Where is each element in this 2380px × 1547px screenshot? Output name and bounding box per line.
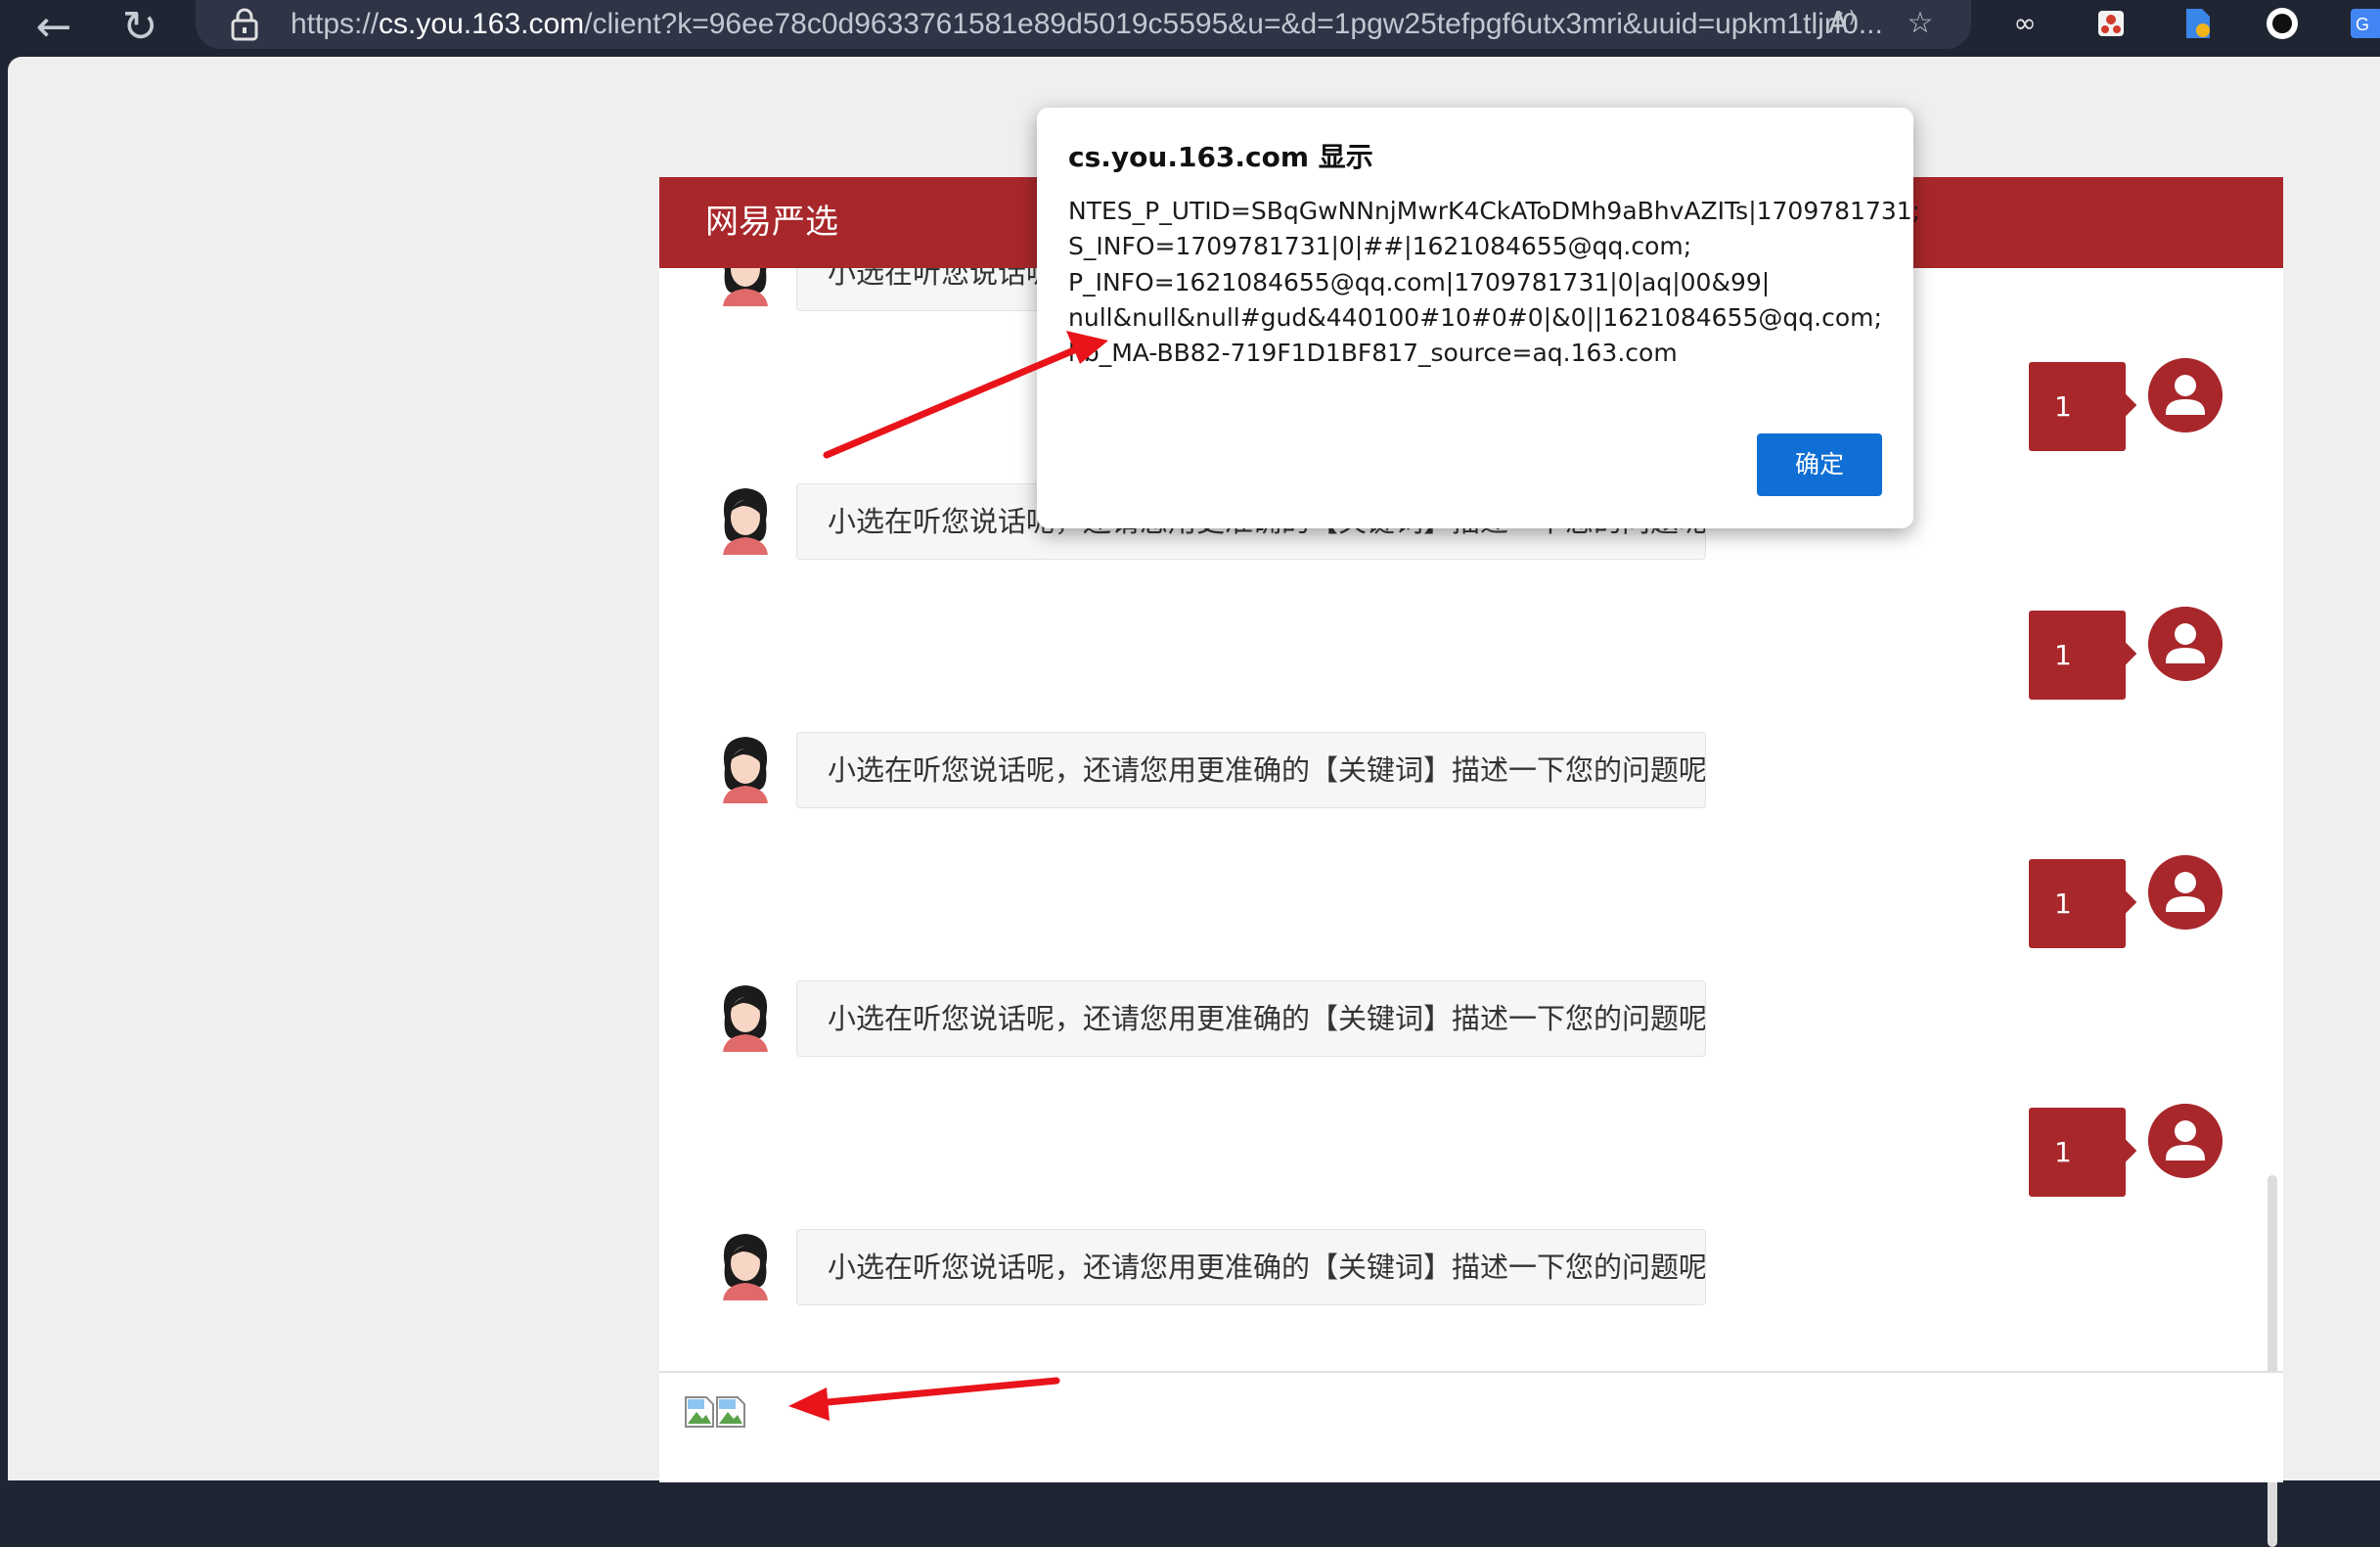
user-avatar-icon — [2148, 855, 2223, 930]
user-message-bubble: 1 — [2029, 362, 2126, 451]
infinity-extension-icon[interactable]: ∞ — [2005, 4, 2044, 43]
browser-toolbar: ← ↻ https://cs.you.163.com/client?k=96ee… — [0, 0, 2380, 57]
user-message-text: 1 — [2054, 1136, 2072, 1168]
url-prefix: https:// — [291, 8, 379, 40]
document-extension-icon[interactable] — [2178, 4, 2218, 43]
page-viewport: 网易严选 小选在听您说话呢，还请您用更准确的【关键词】描述一下您的问题呢 1 — [8, 57, 2380, 1480]
assistant-avatar-icon — [713, 731, 778, 803]
url-host: cs.you.163.com — [379, 8, 584, 40]
dialog-message-line: S_INFO=1709781731|0|##|1621084655@qq.com… — [1068, 229, 1890, 264]
user-message-text: 1 — [2054, 887, 2072, 920]
chat-input-area[interactable] — [659, 1371, 2283, 1482]
read-aloud-icon[interactable]: A⁾ — [1822, 4, 1862, 43]
user-message: 1 — [2029, 855, 2264, 953]
bot-message: 小选在听您说话呢，还请您用更准确的【关键词】描述一下您的问题呢 — [659, 979, 1638, 1060]
broken-image-icon — [716, 1396, 745, 1428]
alert-dialog: cs.you.163.com 显示 NTES_P_UTID=SBqGwNNnjM… — [1037, 108, 1913, 528]
bot-message-bubble: 小选在听您说话呢，还请您用更准确的【关键词】描述一下您的问题呢 — [796, 980, 1706, 1057]
svg-text:G: G — [2356, 15, 2369, 34]
user-message: 1 — [2029, 1104, 2264, 1202]
circle-extension-icon[interactable] — [2263, 4, 2302, 43]
user-message-text: 1 — [2054, 639, 2072, 671]
user-avatar-icon — [2148, 358, 2223, 432]
dialog-message-line: NTES_P_UTID=SBqGwNNnjMwrK4CkAToDMh9aBhvA… — [1068, 194, 1890, 229]
user-message-bubble: 1 — [2029, 859, 2126, 948]
assistant-avatar-icon — [713, 979, 778, 1052]
dialog-message-line: hb_MA-BB82-719F1D1BF817_source=aq.163.co… — [1068, 336, 1890, 371]
user-message-bubble: 1 — [2029, 611, 2126, 700]
dialog-title: cs.you.163.com 显示 — [1068, 139, 1373, 176]
extension-icon[interactable] — [2091, 4, 2131, 43]
address-bar[interactable]: https://cs.you.163.com/client?k=96ee78c0… — [196, 0, 1971, 49]
dialog-message: NTES_P_UTID=SBqGwNNnjMwrK4CkAToDMh9aBhvA… — [1068, 194, 1890, 371]
bot-message: 小选在听您说话呢，还请您用更准确的【关键词】描述一下您的问题呢 — [659, 731, 1638, 811]
bot-message-text: 小选在听您说话呢，还请您用更准确的【关键词】描述一下您的问题呢 — [828, 753, 1706, 787]
dialog-message-line: P_INFO=1621084655@qq.com|1709781731|0|aq… — [1068, 265, 1890, 300]
user-message: 1 — [2029, 358, 2264, 456]
translate-extension-icon[interactable]: G — [2346, 4, 2380, 43]
bot-message-bubble: 小选在听您说话呢，还请您用更准确的【关键词】描述一下您的问题呢 — [796, 732, 1706, 808]
bot-message: 小选在听您说话呢，还请您用更准确的【关键词】描述一下您的问题呢 — [659, 1228, 1638, 1308]
user-avatar-icon — [2148, 607, 2223, 681]
assistant-avatar-icon — [713, 482, 778, 555]
bot-message-text: 小选在听您说话呢，还请您用更准确的【关键词】描述一下您的问题呢 — [828, 1251, 1706, 1284]
user-avatar-icon — [2148, 1104, 2223, 1178]
chat-title: 网易严选 — [705, 201, 838, 244]
assistant-avatar-icon — [713, 268, 778, 306]
assistant-avatar-icon — [713, 1228, 778, 1300]
ok-button[interactable]: 确定 — [1757, 433, 1882, 496]
bot-message-text: 小选在听您说话呢，还请您用更准确的【关键词】描述一下您的问题呢 — [828, 1002, 1706, 1035]
url-text: https://cs.you.163.com/client?k=96ee78c0… — [291, 6, 1883, 43]
url-path: /client?k=96ee78c0d9633761581e89d5019c55… — [584, 8, 1883, 40]
lock-icon[interactable] — [230, 8, 259, 41]
bot-message-bubble: 小选在听您说话呢，还请您用更准确的【关键词】描述一下您的问题呢 — [796, 1229, 1706, 1305]
reload-icon[interactable]: ↻ — [111, 2, 169, 53]
dialog-message-line: null&null&null#gud&440100#10#0#0|&0||162… — [1068, 300, 1890, 336]
user-message: 1 — [2029, 607, 2264, 705]
back-icon[interactable]: ← — [24, 2, 83, 53]
favorite-star-icon[interactable]: ☆ — [1901, 4, 1940, 43]
message-scrollbar[interactable] — [2268, 1175, 2277, 1547]
broken-image-icon — [685, 1396, 714, 1428]
user-message-bubble: 1 — [2029, 1108, 2126, 1197]
user-message-text: 1 — [2054, 390, 2072, 423]
